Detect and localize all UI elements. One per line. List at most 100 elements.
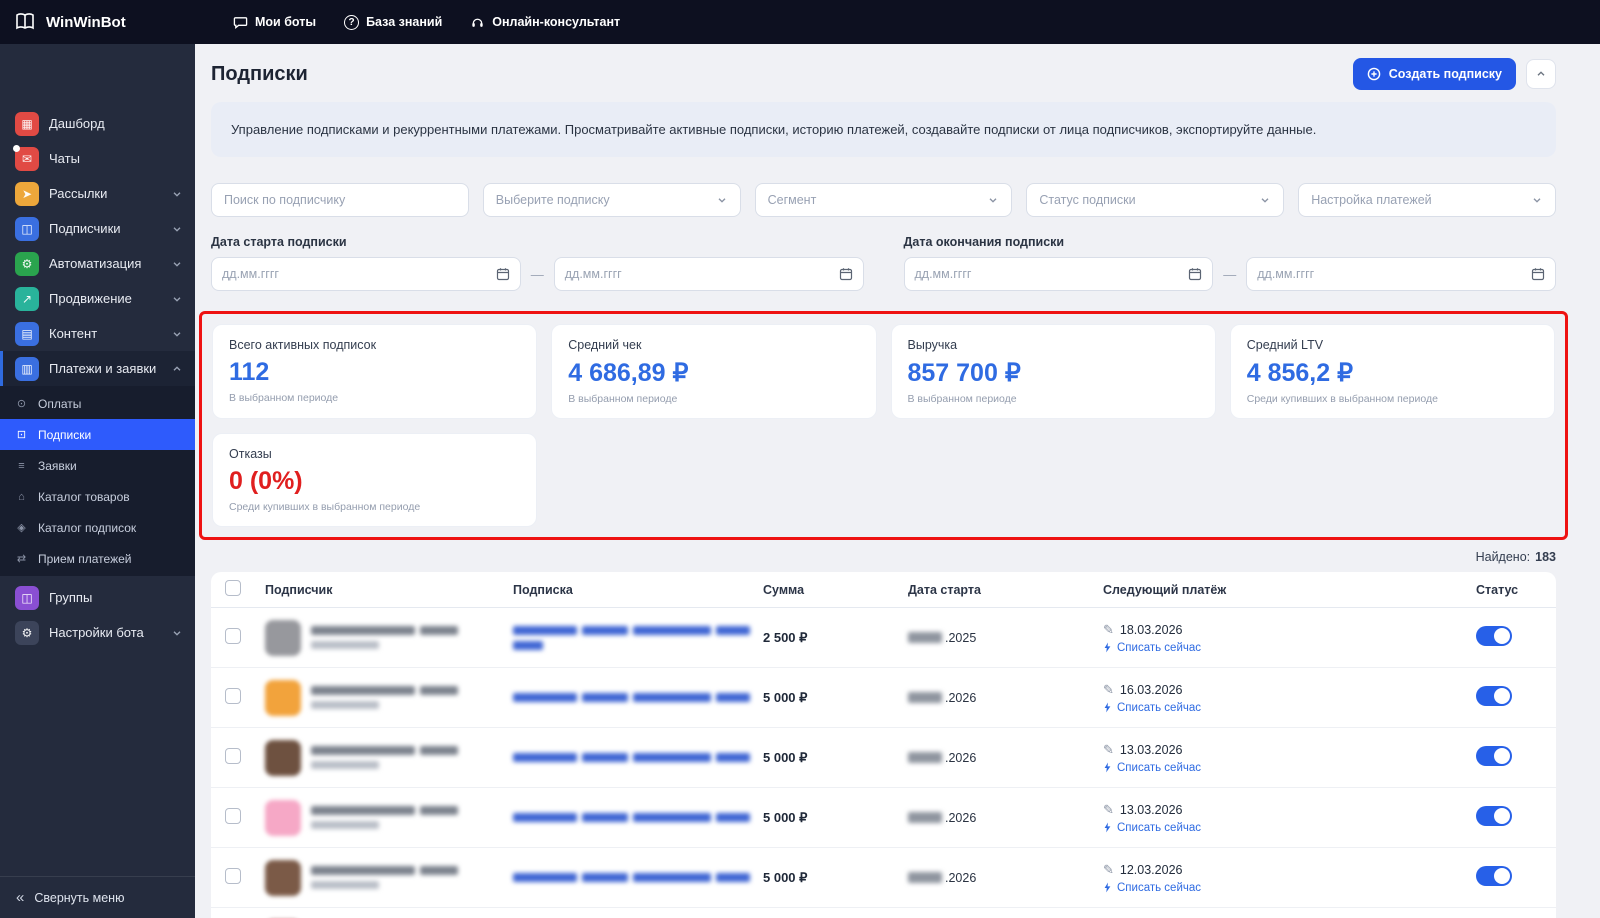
stat-note: В выбранном периоде bbox=[568, 393, 859, 405]
nav-online-consultant[interactable]: Онлайн-консультант bbox=[470, 15, 620, 30]
sidebar-subitem[interactable]: ◈ Каталог подписок bbox=[0, 512, 195, 543]
table-row: 5 000 ₽ .2026 ✎ 12.03.2026 bbox=[211, 848, 1556, 908]
charge-now-link[interactable]: Списать сейчас bbox=[1103, 882, 1476, 894]
charge-now-link[interactable]: Списать сейчас bbox=[1103, 642, 1476, 654]
sidebar-item-label: Дашборд bbox=[49, 116, 183, 131]
sidebar-item[interactable]: ⚙ Автоматизация bbox=[0, 246, 195, 281]
sidebar-subitem[interactable]: ⇄ Прием платежей bbox=[0, 543, 195, 574]
collapse-panel-button[interactable] bbox=[1526, 59, 1556, 89]
avatar bbox=[265, 860, 301, 896]
chevron-up-icon bbox=[1535, 68, 1547, 80]
row-checkbox[interactable] bbox=[225, 868, 241, 884]
row-checkbox[interactable] bbox=[225, 808, 241, 824]
brand-logo[interactable]: WinWinBot bbox=[0, 10, 195, 34]
stat-value: 4 686,89 ₽ bbox=[568, 358, 859, 388]
chevron-down-icon bbox=[171, 188, 183, 200]
search-input[interactable] bbox=[211, 183, 469, 217]
redacted-subscription bbox=[513, 626, 577, 635]
calendar-icon bbox=[1188, 267, 1202, 281]
plus-circle-icon bbox=[1367, 67, 1381, 81]
pencil-icon[interactable]: ✎ bbox=[1103, 622, 1114, 638]
sidebar-item[interactable]: ✉ Чаты bbox=[0, 141, 195, 176]
stat-title: Средний LTV bbox=[1247, 338, 1538, 352]
double-chevron-left-icon: « bbox=[16, 889, 24, 906]
subscriber-cell[interactable] bbox=[265, 800, 513, 836]
col-amount: Сумма bbox=[763, 583, 908, 597]
redacted-subscription bbox=[582, 626, 628, 635]
select-all-checkbox[interactable] bbox=[225, 580, 241, 596]
redacted-name bbox=[420, 626, 458, 635]
redacted-name bbox=[311, 866, 415, 875]
date-end-from-input[interactable]: дд.мм.гггг bbox=[904, 257, 1214, 291]
chevron-down-icon bbox=[171, 328, 183, 340]
subitem-label: Каталог товаров bbox=[38, 490, 130, 504]
redacted-subscription bbox=[513, 873, 577, 882]
create-subscription-button[interactable]: Создать подписку bbox=[1353, 58, 1516, 90]
charge-now-link[interactable]: Списать сейчас bbox=[1103, 762, 1476, 774]
sidebar-item[interactable]: ➤ Рассылки bbox=[0, 176, 195, 211]
redacted-name bbox=[420, 686, 458, 695]
date-start-to-input[interactable]: дд.мм.гггг bbox=[554, 257, 864, 291]
status-toggle[interactable] bbox=[1476, 626, 1512, 646]
status-toggle[interactable] bbox=[1476, 746, 1512, 766]
avatar bbox=[265, 800, 301, 836]
next-payment-date: 16.03.2026 bbox=[1120, 683, 1183, 697]
status-toggle[interactable] bbox=[1476, 686, 1512, 706]
sidebar-subitem[interactable]: ⊙ Оплаты bbox=[0, 388, 195, 419]
charge-now-link[interactable]: Списать сейчас bbox=[1103, 822, 1476, 834]
subscriber-cell[interactable] bbox=[265, 620, 513, 656]
sidebar-subitem[interactable]: ≡ Заявки bbox=[0, 450, 195, 481]
pencil-icon[interactable]: ✎ bbox=[1103, 742, 1114, 758]
next-payment-date: 12.03.2026 bbox=[1120, 863, 1183, 877]
subscriber-cell[interactable] bbox=[265, 860, 513, 896]
redacted-subscription bbox=[633, 626, 711, 635]
stat-value: 112 bbox=[229, 358, 520, 387]
headset-icon bbox=[470, 15, 485, 30]
filter-select[interactable]: Настройка платежей bbox=[1298, 183, 1556, 217]
sidebar-item[interactable]: ▤ Контент bbox=[0, 316, 195, 351]
sidebar-subitem[interactable]: ⊡ Подписки bbox=[0, 419, 195, 450]
subscriber-cell[interactable] bbox=[265, 740, 513, 776]
sidebar-item[interactable]: ↗ Продвижение bbox=[0, 281, 195, 316]
nav-knowledge-base[interactable]: ? База знаний bbox=[344, 15, 442, 30]
stat-value: 0 (0%) bbox=[229, 467, 520, 496]
collapse-menu-button[interactable]: « Свернуть меню bbox=[0, 876, 195, 918]
sidebar-item[interactable]: ▥ Платежи и заявки bbox=[0, 351, 195, 386]
topbar: WinWinBot Мои боты ? База знаний Онла bbox=[0, 0, 1600, 44]
redacted-name bbox=[311, 806, 415, 815]
pencil-icon[interactable]: ✎ bbox=[1103, 682, 1114, 698]
sidebar-item[interactable]: ◫ Группы bbox=[0, 580, 195, 615]
date-start-from-input[interactable]: дд.мм.гггг bbox=[211, 257, 521, 291]
stat-card: Отказы 0 (0%) Среди купивших в выбранном… bbox=[212, 433, 537, 527]
chevron-down-icon bbox=[171, 363, 183, 375]
nav-my-bots[interactable]: Мои боты bbox=[233, 15, 316, 30]
sidebar-item[interactable]: ▦ Дашборд bbox=[0, 106, 195, 141]
row-checkbox[interactable] bbox=[225, 748, 241, 764]
stat-value: 857 700 ₽ bbox=[908, 358, 1199, 388]
charge-now-link[interactable]: Списать сейчас bbox=[1103, 702, 1476, 714]
table-row: 5 000 ₽ .2026 ✎ 13.03.2026 bbox=[211, 788, 1556, 848]
status-toggle[interactable] bbox=[1476, 866, 1512, 886]
status-toggle[interactable] bbox=[1476, 806, 1512, 826]
table-row: 5 000 ₽ .2026 ✎ 16.03.2026 bbox=[211, 668, 1556, 728]
subscriber-cell[interactable] bbox=[265, 680, 513, 716]
filter-select[interactable]: Сегмент bbox=[755, 183, 1013, 217]
date-end-to-input[interactable]: дд.мм.гггг bbox=[1246, 257, 1556, 291]
redacted-username bbox=[311, 701, 379, 709]
sidebar-subitem[interactable]: ⌂ Каталог товаров bbox=[0, 481, 195, 512]
table-row: 2 500 ₽ .2025 ✎ 18.03.2026 bbox=[211, 608, 1556, 668]
row-checkbox[interactable] bbox=[225, 688, 241, 704]
sidebar-item-label: Продвижение bbox=[49, 291, 161, 306]
sidebar-item[interactable]: ⚙ Настройки бота bbox=[0, 615, 195, 650]
pencil-icon[interactable]: ✎ bbox=[1103, 862, 1114, 878]
sidebar-item[interactable]: ◫ Подписчики bbox=[0, 211, 195, 246]
row-checkbox[interactable] bbox=[225, 628, 241, 644]
subitem-label: Оплаты bbox=[38, 397, 81, 411]
pencil-icon[interactable]: ✎ bbox=[1103, 802, 1114, 818]
col-subscription: Подписка bbox=[513, 583, 763, 597]
filter-select[interactable]: Выберите подписку bbox=[483, 183, 741, 217]
amount: 5 000 ₽ bbox=[763, 750, 908, 766]
filter-select[interactable]: Статус подписки bbox=[1026, 183, 1284, 217]
redacted-name bbox=[311, 686, 415, 695]
redacted-subscription bbox=[582, 753, 628, 762]
